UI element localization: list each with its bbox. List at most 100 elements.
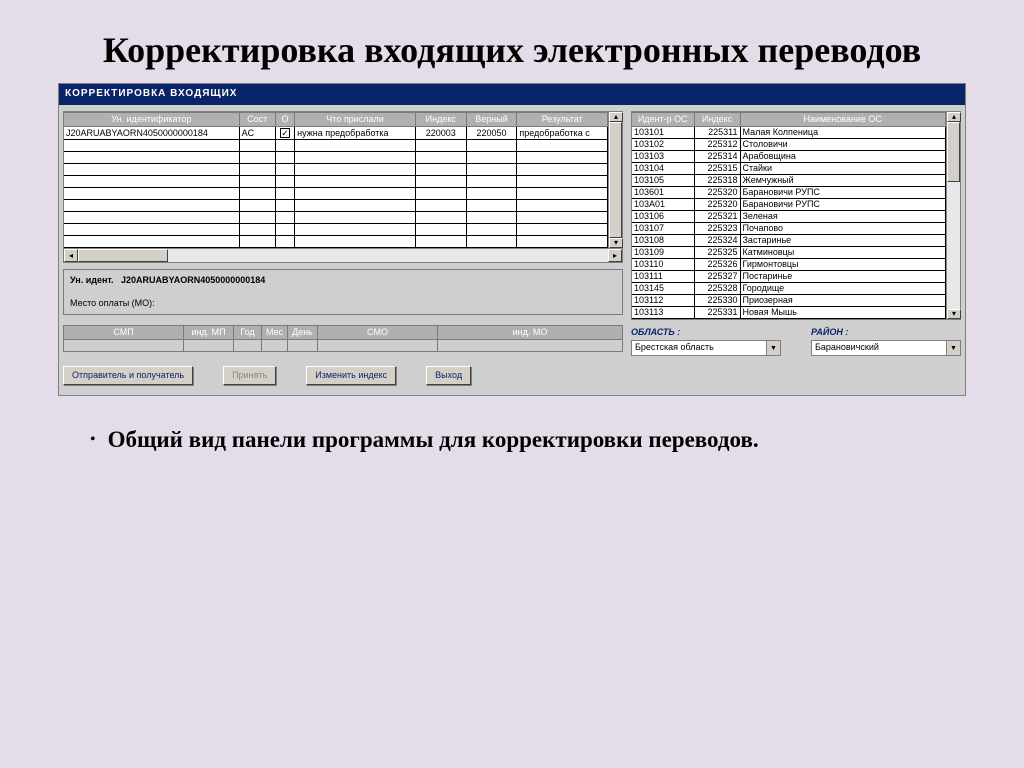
cell-os-name: Жемчужный [740,175,946,187]
right-grid-header-row: Идент-р ОС Индекс Наименование ОС [632,113,946,127]
cell-os-index: 225312 [694,139,740,151]
cell-os-id: 103104 [632,163,694,175]
cell-os-name: Малая Колпеница [740,127,946,139]
region-label: ОБЛАСТЬ : [631,328,781,337]
left-grid[interactable]: Ун. идентификатор Сост О Что прислали Ин… [63,111,623,263]
cell-os-name: Катминовцы [740,247,946,259]
right-grid-row[interactable]: 103106225321Зеленая [632,211,946,223]
dropdown-icon[interactable]: ▼ [766,341,780,355]
mh-smo: СМО [318,326,438,339]
detail-id-label: Ун. идент. [70,275,114,285]
right-grid-row[interactable]: 103109225325Катминовцы [632,247,946,259]
col-state[interactable]: Сост [239,113,275,127]
scroll-down-icon[interactable]: ▾ [947,309,961,319]
cell-os-id: 103101 [632,127,694,139]
exit-button[interactable]: Выход [426,366,471,385]
cell-os-index: 225318 [694,175,740,187]
cell-os-id: 103113 [632,307,694,319]
left-grid-row[interactable]: J20ARUABYAORN4050000000184 AC ✓ нужна пр… [64,127,608,140]
detail-mo-label: Место оплаты (МО): [70,299,616,308]
right-grid-row[interactable]: 103110225326Гирмонтовцы [632,259,946,271]
right-grid-row[interactable]: 103102225312Столовичи [632,139,946,151]
col-check[interactable]: О [275,113,294,127]
cell-os-index: 225314 [694,151,740,163]
col-os-id[interactable]: Идент-р ОС [632,113,694,127]
region-combo[interactable]: Брестская область ▼ [631,340,781,356]
left-grid-hscroll[interactable]: ◂ ▸ [64,248,622,262]
scroll-up-icon[interactable]: ▴ [609,112,623,122]
scroll-down-icon[interactable]: ▾ [609,238,623,248]
mh-day: День [288,326,318,339]
cell-os-index: 225326 [694,259,740,271]
col-os-index[interactable]: Индекс [694,113,740,127]
accept-button[interactable]: Принять [223,366,276,385]
right-grid-row[interactable]: 103103225314Арабовщина [632,151,946,163]
cell-os-index: 225323 [694,223,740,235]
col-index[interactable]: Индекс [415,113,466,127]
cell-os-name: Гирмонтовцы [740,259,946,271]
detail-panel: Ун. идент. J20ARUABYAORN4050000000184 Ме… [63,269,623,315]
right-grid-row[interactable]: 103101225311Малая Колпеница [632,127,946,139]
cell-index: 220003 [415,127,466,140]
cell-os-id: 103601 [632,187,694,199]
col-result[interactable]: Результат [517,113,608,127]
mh-ind-mp: инд. МП [184,326,234,339]
bullet-icon: • [90,426,96,454]
right-grid-row[interactable]: 103112225330Приозерная [632,295,946,307]
cell-sent: нужна предобработка [295,127,416,140]
mh-smp: СМП [64,326,184,339]
col-correct[interactable]: Верный [466,113,517,127]
right-grid-row[interactable]: 103111225327Постаринье [632,271,946,283]
scroll-up-icon[interactable]: ▴ [947,112,961,122]
cell-os-index: 225331 [694,307,740,319]
scroll-left-icon[interactable]: ◂ [64,249,78,262]
app-titlebar: КОРРЕКТИРОВКА ВХОДЯЩИХ [59,84,965,105]
change-index-button[interactable]: Изменить индекс [306,366,396,385]
col-os-name[interactable]: Наименование ОС [740,113,946,127]
right-grid-row[interactable]: 103107225323Почапово [632,223,946,235]
right-grid-row[interactable]: 103145225328Городище [632,283,946,295]
cell-os-id: 103102 [632,139,694,151]
sender-receiver-button[interactable]: Отправитель и получатель [63,366,193,385]
right-grid-vscroll[interactable]: ▴ ▾ [946,112,960,319]
right-grid-row[interactable]: 103113225331Новая Мышь [632,307,946,319]
cell-os-id: 103106 [632,211,694,223]
right-grid-row[interactable]: 103108225324Застаринье [632,235,946,247]
cell-os-name: Арабовщина [740,151,946,163]
cell-os-name: Барановичи РУПС [740,187,946,199]
scroll-right-icon[interactable]: ▸ [608,249,622,262]
cell-check[interactable]: ✓ [275,127,294,140]
cell-os-index: 225321 [694,211,740,223]
mh-ind-mo: инд. МО [438,326,622,339]
cell-os-name: Новая Мышь [740,307,946,319]
district-combo[interactable]: Барановичский ▼ [811,340,961,356]
cell-os-id: 103109 [632,247,694,259]
bullet-text: Общий вид панели программы для корректир… [108,426,759,455]
right-grid-row[interactable]: 103104225315Стайки [632,163,946,175]
col-sent[interactable]: Что прислали [295,113,416,127]
right-grid-row[interactable]: 103105225318Жемчужный [632,175,946,187]
cell-os-name: Барановичи РУПС [740,199,946,211]
left-grid-vscroll[interactable]: ▴ ▾ [608,112,622,248]
dropdown-icon[interactable]: ▼ [946,341,960,355]
cell-os-id: 103112 [632,295,694,307]
mh-month: Мес [262,326,288,339]
cell-os-id: 103107 [632,223,694,235]
cell-os-name: Приозерная [740,295,946,307]
right-grid[interactable]: Идент-р ОС Индекс Наименование ОС 103101… [631,111,961,320]
cell-os-id: 103110 [632,259,694,271]
cell-os-name: Почапово [740,223,946,235]
cell-os-index: 225325 [694,247,740,259]
cell-os-name: Городище [740,283,946,295]
right-grid-row[interactable]: 103A01225320Барановичи РУПС [632,199,946,211]
cell-os-id: 103105 [632,175,694,187]
region-value: Брестская область [632,341,766,355]
col-identifier[interactable]: Ун. идентификатор [64,113,239,127]
cell-os-index: 225320 [694,187,740,199]
right-grid-row[interactable]: 103601225320Барановичи РУПС [632,187,946,199]
mini-grid-row[interactable] [63,340,623,352]
cell-os-id: 103103 [632,151,694,163]
detail-id-value: J20ARUABYAORN4050000000184 [121,275,265,285]
cell-os-index: 225324 [694,235,740,247]
cell-os-name: Постаринье [740,271,946,283]
